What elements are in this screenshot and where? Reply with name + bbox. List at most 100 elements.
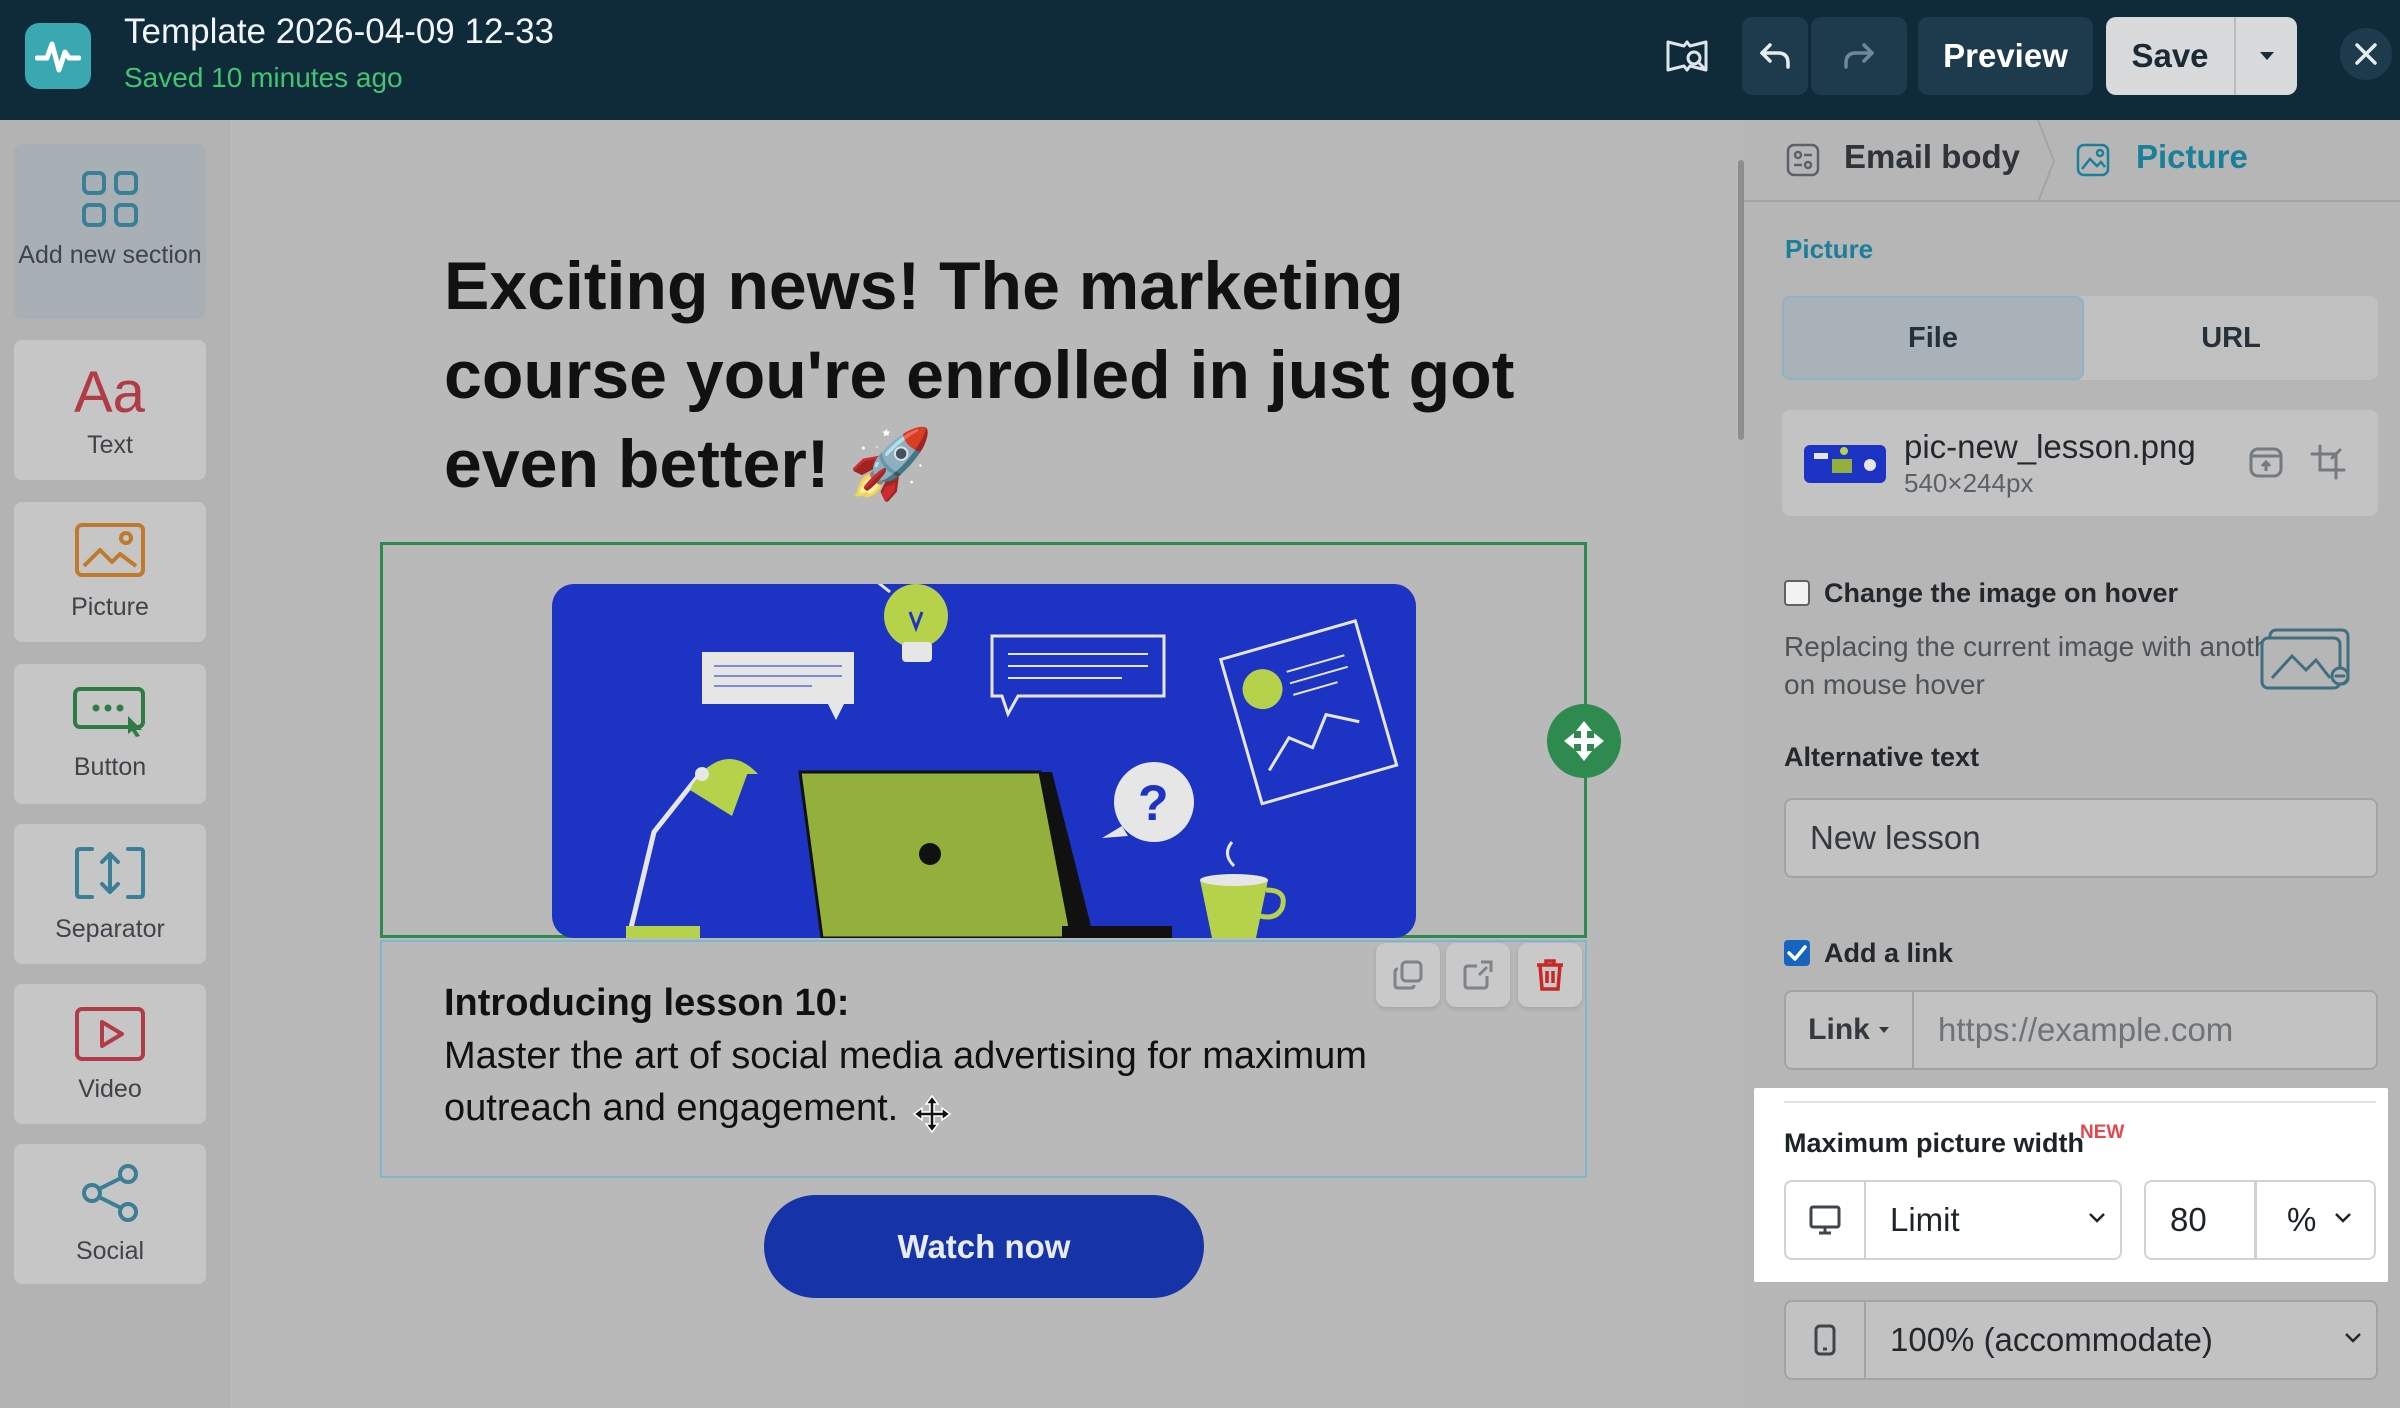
picture-icon (74, 522, 146, 578)
link-type-dropdown[interactable]: Link (1784, 990, 1912, 1070)
chevron-down-icon (2334, 1212, 2352, 1224)
breadcrumb-email-body[interactable]: Email body (1844, 138, 2020, 176)
file-thumbnail[interactable] (1804, 445, 1886, 483)
tool-label: Video (78, 1075, 142, 1103)
tab-file[interactable]: File (1782, 296, 2084, 380)
text-aa-icon: Aa (74, 362, 146, 420)
close-icon (2353, 41, 2379, 67)
link-type-value: Link (1808, 1013, 1870, 1046)
separator-icon (74, 846, 146, 900)
save-module-icon (1461, 958, 1495, 992)
save-block-button[interactable] (1446, 943, 1510, 1007)
chevron-down-icon (2088, 1212, 2106, 1224)
undo-button[interactable] (1742, 17, 1808, 95)
mobile-phone-icon (1813, 1323, 1837, 1357)
mobile-width-mode-value: 100% (accommodate) (1890, 1321, 2213, 1358)
chevron-down-icon (2344, 1332, 2362, 1344)
checkmark-icon (1787, 945, 1807, 961)
max-width-section: Maximum picture width NEW Limit 80 % (1754, 1088, 2388, 1282)
app-logo[interactable] (25, 23, 91, 89)
trash-icon (1535, 958, 1565, 992)
link-field-group: Link https://example.com (1784, 990, 2378, 1070)
file-card: pic-new_lesson.png 540×244px (1782, 410, 2378, 516)
share-icon (78, 1162, 142, 1224)
move-arrows-icon (1562, 719, 1606, 763)
link-url-input[interactable]: https://example.com (1912, 990, 2378, 1070)
caret-down-icon (1878, 1026, 1890, 1034)
undo-icon (1758, 41, 1792, 71)
duplicate-block-button[interactable] (1376, 943, 1440, 1007)
lesson-heading[interactable]: Introducing lesson 10: (444, 982, 849, 1025)
desktop-width-value-input[interactable]: 80 (2144, 1180, 2256, 1260)
picture-icon (2076, 143, 2110, 177)
video-icon (74, 1006, 146, 1062)
file-name: pic-new_lesson.png (1904, 428, 2196, 465)
drag-move-handle[interactable] (1547, 704, 1621, 778)
save-button[interactable]: Save (2106, 17, 2234, 95)
save-options-button[interactable] (2236, 17, 2297, 95)
tool-separator[interactable]: Separator (14, 824, 206, 964)
duplicate-icon (1391, 958, 1425, 992)
width-unit-select[interactable]: % (2256, 1180, 2376, 1260)
tab-url[interactable]: URL (2084, 296, 2378, 380)
redo-button[interactable] (1811, 17, 1907, 95)
breadcrumb-separator (2036, 120, 2056, 202)
source-toggle: File URL (1782, 296, 2378, 380)
replace-file-icon[interactable] (2248, 444, 2284, 480)
desktop-width-mode-value: Limit (1890, 1201, 1960, 1238)
lesson-illustration[interactable]: ? (552, 559, 1416, 943)
tool-button[interactable]: Button (14, 664, 206, 804)
change-on-hover-description: Replacing the current image with another… (1784, 631, 2295, 700)
alt-text-label: Alternative text (1784, 742, 1980, 772)
change-on-hover-label[interactable]: Change the image on hover (1824, 578, 2178, 609)
svg-text:?: ? (1138, 775, 1169, 831)
mobile-device-indicator (1784, 1300, 1866, 1380)
new-badge: NEW (2080, 1122, 2125, 1143)
lesson-body[interactable]: Master the art of social media advertisi… (444, 1030, 1494, 1134)
max-width-label: Maximum picture width (1784, 1128, 2085, 1158)
svg-text:Aa: Aa (74, 362, 146, 420)
tool-label: Text (87, 431, 133, 459)
saved-status: Saved 10 minutes ago (124, 62, 403, 93)
email-headline[interactable]: Exciting news! The marketing course you'… (444, 242, 1544, 509)
tool-label: Separator (55, 915, 165, 943)
breadcrumb-picture: Picture (2136, 138, 2248, 175)
tool-video[interactable]: Video (14, 984, 206, 1124)
mobile-width-mode-select[interactable]: 100% (accommodate) (1866, 1300, 2378, 1380)
tool-label: Add new section (18, 241, 202, 269)
grid-icon (81, 170, 139, 228)
move-cursor-icon (912, 1094, 952, 1139)
desktop-monitor-icon (1808, 1204, 1842, 1236)
alt-text-input[interactable]: New lesson (1784, 798, 2378, 878)
template-title[interactable]: Template 2026-04-09 12-33 (124, 12, 554, 52)
add-link-label[interactable]: Add a link (1824, 938, 1953, 969)
tool-social[interactable]: Social (14, 1144, 206, 1284)
redo-icon (1842, 41, 1876, 71)
guide-book-icon[interactable] (1664, 36, 1710, 76)
hover-images-icon (2258, 626, 2354, 692)
preview-button[interactable]: Preview (1918, 17, 2093, 95)
tool-label: Social (75, 1237, 145, 1265)
pulse-logo-icon (35, 36, 81, 76)
close-editor-button[interactable] (2340, 28, 2392, 80)
delete-block-button[interactable] (1518, 943, 1582, 1007)
file-dimensions: 540×244px (1904, 468, 2034, 498)
add-link-checkbox[interactable] (1784, 940, 1810, 966)
tool-picture[interactable]: Picture (14, 502, 206, 642)
section-label-picture: Picture (1785, 234, 1874, 264)
desktop-device-indicator (1784, 1180, 1866, 1260)
tool-add-new-section[interactable]: Add new section (14, 144, 206, 319)
width-unit-value: % (2287, 1201, 2317, 1238)
tool-label: Picture (71, 593, 149, 621)
change-on-hover-checkbox[interactable] (1784, 580, 1810, 606)
button-icon (72, 686, 148, 738)
watch-now-button[interactable]: Watch now (764, 1195, 1204, 1298)
crop-icon[interactable] (2310, 444, 2346, 480)
email-body-icon (1786, 143, 1820, 177)
caret-down-icon (2259, 51, 2275, 61)
breadcrumb (1744, 120, 2400, 202)
tool-label: Button (73, 753, 147, 781)
desktop-width-mode-select[interactable]: Limit (1866, 1180, 2122, 1260)
divider (1784, 1101, 2376, 1103)
tool-text[interactable]: Aa Text (14, 340, 206, 480)
